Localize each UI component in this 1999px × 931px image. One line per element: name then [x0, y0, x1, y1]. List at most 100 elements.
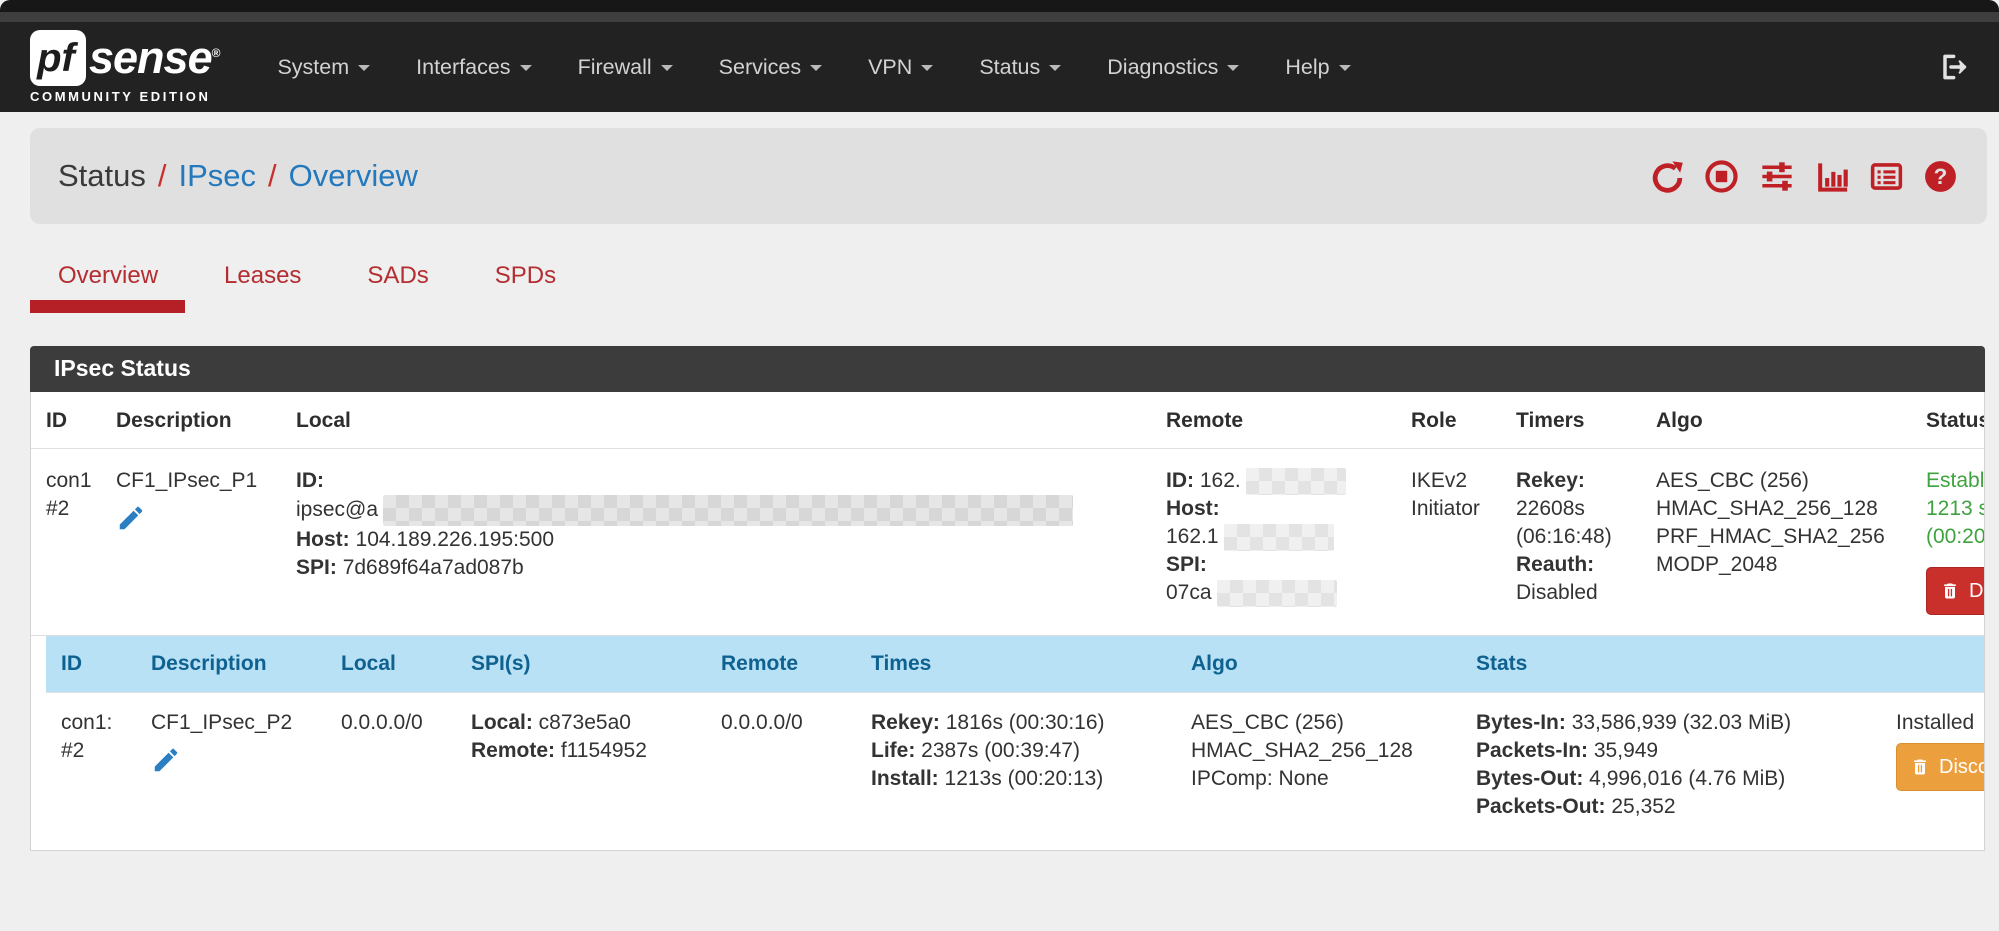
- cell-remote: ID: 162. Host: 162.1 SPI: 07ca: [1151, 449, 1396, 636]
- stop-icon[interactable]: [1703, 158, 1740, 195]
- refresh-icon[interactable]: [1649, 158, 1686, 195]
- installed-status-text: Installed: [1896, 709, 1985, 737]
- nav-item-diagnostics[interactable]: Diagnostics: [1107, 55, 1239, 80]
- panel-title: IPsec Status: [30, 346, 1985, 392]
- breadcrumb-panel: Status / IPsec / Overview ?: [30, 128, 1987, 224]
- cell-timers: Rekey:22608s(06:16:48)Reauth:Disabled: [1501, 449, 1641, 636]
- disconnect-button[interactable]: Disconnect: [1926, 567, 1985, 615]
- connection-description: CF1_IPsec_P1: [116, 467, 266, 495]
- tab-overview[interactable]: Overview: [58, 262, 158, 306]
- child-sa-container-row: ID Description Local SPI(s) Remote Times…: [31, 636, 1985, 851]
- col-remote: Remote: [1151, 392, 1396, 449]
- pf-logo-mark: pf: [30, 30, 86, 86]
- caret-down-icon: [520, 65, 532, 71]
- sign-out-icon: [1937, 51, 1969, 83]
- col-description: Description: [101, 392, 281, 449]
- pfsense-logo[interactable]: pf sense® COMMUNITY EDITION: [30, 30, 219, 104]
- cell-description: CF1_IPsec_P1: [101, 449, 281, 636]
- redacted-remote-host: [1224, 524, 1334, 551]
- cell-child-description: CF1_IPsec_P2: [136, 693, 326, 835]
- col-child-stats: Stats: [1461, 636, 1881, 693]
- window-chrome-top: [0, 0, 1999, 12]
- caret-down-icon: [358, 65, 370, 71]
- child-sa-table: ID Description Local SPI(s) Remote Times…: [46, 636, 1985, 834]
- col-timers: Timers: [1501, 392, 1641, 449]
- cell-role: IKEv2Initiator: [1396, 449, 1501, 636]
- cell-child-times: Rekey: 1816s (00:30:16)Life: 2387s (00:3…: [856, 693, 1176, 835]
- cell-child-local: 0.0.0.0/0: [326, 693, 456, 835]
- col-child-spis: SPI(s): [456, 636, 706, 693]
- redacted-remote-spi: [1217, 580, 1337, 607]
- nav-item-status[interactable]: Status: [979, 55, 1061, 80]
- col-child-description: Description: [136, 636, 326, 693]
- logout-button[interactable]: [1937, 51, 1969, 83]
- nav-item-interfaces[interactable]: Interfaces: [416, 55, 531, 80]
- breadcrumb-separator: /: [268, 158, 277, 194]
- main-navbar: pf sense® COMMUNITY EDITION System Interf…: [0, 22, 1999, 112]
- col-child-times: Times: [856, 636, 1176, 693]
- caret-down-icon: [661, 65, 673, 71]
- cell-child-remote: 0.0.0.0/0: [706, 693, 856, 835]
- redacted-local-id: [383, 495, 1073, 526]
- col-child-algo: Algo: [1176, 636, 1461, 693]
- nav-item-system[interactable]: System: [277, 55, 370, 80]
- child-sa-row: con1:#2 CF1_IPsec_P2 0.0.0.0/0 Local: c8…: [46, 693, 1985, 835]
- cell-child-status: Installed Disconnect: [1881, 693, 1985, 835]
- ike-header-row: ID Description Local Remote Role Timers …: [31, 392, 1985, 449]
- cell-child-algo: AES_CBC (256)HMAC_SHA2_256_128IPComp: No…: [1176, 693, 1461, 835]
- cell-child-spis: Local: c873e5a0Remote: f1154952: [456, 693, 706, 835]
- col-status: Status: [1911, 392, 1985, 449]
- logo-edition-text: COMMUNITY EDITION: [30, 89, 219, 104]
- breadcrumb-status: Status: [58, 158, 146, 194]
- subnav-tabs: Overview Leases SADs SPDs: [30, 262, 1969, 306]
- nav-item-help[interactable]: Help: [1285, 55, 1350, 80]
- child-description: CF1_IPsec_P2: [151, 709, 311, 737]
- breadcrumb: Status / IPsec / Overview: [58, 158, 418, 194]
- caret-down-icon: [810, 65, 822, 71]
- col-child-local: Local: [326, 636, 456, 693]
- ike-sa-row: con1#2 CF1_IPsec_P1 ID: ipsec@a Host: 10…: [31, 449, 1985, 636]
- nav-item-services[interactable]: Services: [719, 55, 822, 80]
- col-algo: Algo: [1641, 392, 1911, 449]
- ike-sa-table: ID Description Local Remote Role Timers …: [31, 392, 1985, 850]
- list-icon[interactable]: [1868, 158, 1905, 195]
- nav-menu: System Interfaces Firewall Services VPN Statu…: [277, 55, 1396, 80]
- established-status-text: Established1213 seconds(00:20:13) ago: [1926, 467, 1985, 551]
- breadcrumb-actions: ?: [1649, 158, 1959, 195]
- logo-sense-text: sense®: [89, 32, 219, 84]
- window-chrome-strip: [0, 12, 1999, 22]
- nav-item-firewall[interactable]: Firewall: [578, 55, 673, 80]
- cell-local: ID: ipsec@a Host: 104.189.226.195:500 SP…: [281, 449, 1151, 636]
- tab-sads[interactable]: SADs: [367, 262, 428, 306]
- col-local: Local: [281, 392, 1151, 449]
- col-role: Role: [1396, 392, 1501, 449]
- svg-text:?: ?: [1934, 164, 1948, 189]
- caret-down-icon: [1339, 65, 1351, 71]
- tab-spds[interactable]: SPDs: [495, 262, 556, 306]
- edit-pencil-icon[interactable]: [116, 503, 266, 533]
- caret-down-icon: [1227, 65, 1239, 71]
- cell-status: Established1213 seconds(00:20:13) ago Di…: [1911, 449, 1985, 636]
- nav-item-vpn[interactable]: VPN: [868, 55, 933, 80]
- col-id: ID: [31, 392, 101, 449]
- col-child-id: ID: [46, 636, 136, 693]
- cell-child-id: con1:#2: [46, 693, 136, 835]
- tab-leases[interactable]: Leases: [224, 262, 301, 306]
- breadcrumb-separator: /: [158, 158, 167, 194]
- ipsec-status-panel: IPsec Status ID Description Local Remote…: [30, 346, 1985, 851]
- breadcrumb-ipsec[interactable]: IPsec: [179, 158, 257, 194]
- cell-child-stats: Bytes-In: 33,586,939 (32.03 MiB)Packets-…: [1461, 693, 1881, 835]
- cell-algo: AES_CBC (256)HMAC_SHA2_256_128PRF_HMAC_S…: [1641, 449, 1911, 636]
- caret-down-icon: [1049, 65, 1061, 71]
- breadcrumb-overview[interactable]: Overview: [289, 158, 418, 194]
- caret-down-icon: [921, 65, 933, 71]
- disconnect-child-button[interactable]: Disconnect: [1896, 743, 1985, 791]
- trash-icon: [1910, 757, 1930, 777]
- help-icon[interactable]: ?: [1922, 158, 1959, 195]
- child-header-row: ID Description Local SPI(s) Remote Times…: [46, 636, 1985, 693]
- cell-id: con1#2: [31, 449, 101, 636]
- edit-pencil-icon[interactable]: [151, 745, 311, 775]
- bar-chart-icon[interactable]: [1814, 158, 1851, 195]
- sliders-icon[interactable]: [1757, 158, 1797, 195]
- table-scroll-region[interactable]: ID Description Local Remote Role Timers …: [30, 392, 1985, 851]
